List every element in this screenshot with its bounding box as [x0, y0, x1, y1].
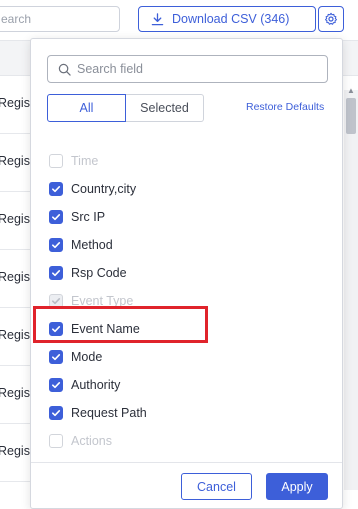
field-option[interactable]: Request Path	[49, 399, 309, 427]
row-cell: Regist	[0, 212, 34, 226]
checkbox	[49, 434, 63, 448]
field-search-input[interactable]	[77, 62, 317, 76]
check-icon	[52, 354, 61, 361]
checkbox	[49, 154, 63, 168]
panel-footer: Cancel Apply	[31, 462, 342, 508]
row-cell: Regist	[0, 328, 34, 342]
table-scrollbar[interactable]	[344, 90, 358, 490]
field-search	[47, 55, 328, 83]
field-list: Time Country,city Src IP Method Rsp Code Even…	[49, 147, 309, 455]
field-option[interactable]: Src IP	[49, 203, 309, 231]
field-option[interactable]: Authority	[49, 371, 309, 399]
field-option-label: Rsp Code	[71, 266, 127, 280]
row-cell: Regist	[0, 444, 34, 458]
field-option-label: Actions	[71, 434, 112, 448]
download-csv-button[interactable]: Download CSV (346)	[138, 6, 316, 32]
check-icon	[52, 186, 61, 193]
cancel-button[interactable]: Cancel	[181, 473, 252, 500]
checkbox[interactable]	[49, 182, 63, 196]
field-option-label: Country,city	[71, 182, 137, 196]
field-option[interactable]: Country,city	[49, 175, 309, 203]
row-cell: Regist	[0, 96, 34, 110]
table-search-input[interactable]: earch	[0, 6, 120, 32]
checkbox[interactable]	[49, 210, 63, 224]
gear-icon	[324, 12, 338, 25]
field-option[interactable]: Rsp Code	[49, 259, 309, 287]
highlight-box	[33, 306, 208, 343]
apply-button[interactable]: Apply	[266, 473, 328, 500]
toolbar: earch Download CSV (346)	[0, 0, 358, 40]
scroll-up-icon[interactable]: ▲	[347, 86, 355, 95]
check-icon	[52, 242, 61, 249]
field-option-label: Time	[71, 154, 99, 168]
field-filter-tabs: All Selected	[47, 94, 204, 122]
checkbox[interactable]	[49, 266, 63, 280]
column-settings-button[interactable]	[318, 6, 344, 32]
field-option: Time	[49, 147, 309, 175]
restore-defaults-link[interactable]: Restore Defaults	[246, 101, 324, 113]
row-cell: Regist	[0, 154, 34, 168]
checkbox[interactable]	[49, 350, 63, 364]
row-cell: Regist	[0, 270, 34, 284]
scrollbar-thumb[interactable]	[346, 98, 356, 134]
download-icon	[151, 12, 164, 25]
check-icon	[52, 298, 61, 305]
column-selector-panel: All Selected Restore Defaults Time Countr…	[30, 38, 343, 509]
field-option-label: Authority	[71, 378, 121, 392]
check-icon	[52, 410, 61, 417]
field-option-label: Method	[71, 238, 113, 252]
check-icon	[52, 270, 61, 277]
checkbox[interactable]	[49, 406, 63, 420]
table-search-placeholder: earch	[1, 12, 32, 26]
checkbox[interactable]	[49, 238, 63, 252]
check-icon	[52, 382, 61, 389]
field-option: Actions	[49, 427, 309, 455]
checkbox[interactable]	[49, 378, 63, 392]
field-option-label: Src IP	[71, 210, 106, 224]
field-option[interactable]: Mode	[49, 343, 309, 371]
field-option-label: Request Path	[71, 406, 147, 420]
field-option-label: Mode	[71, 350, 103, 364]
tab-selected[interactable]: Selected	[126, 94, 204, 122]
row-cell: Regist	[0, 386, 34, 400]
check-icon	[52, 214, 61, 221]
search-icon	[58, 63, 71, 76]
download-csv-label: Download CSV (346)	[172, 12, 290, 26]
tab-all[interactable]: All	[47, 94, 126, 122]
field-option[interactable]: Method	[49, 231, 309, 259]
